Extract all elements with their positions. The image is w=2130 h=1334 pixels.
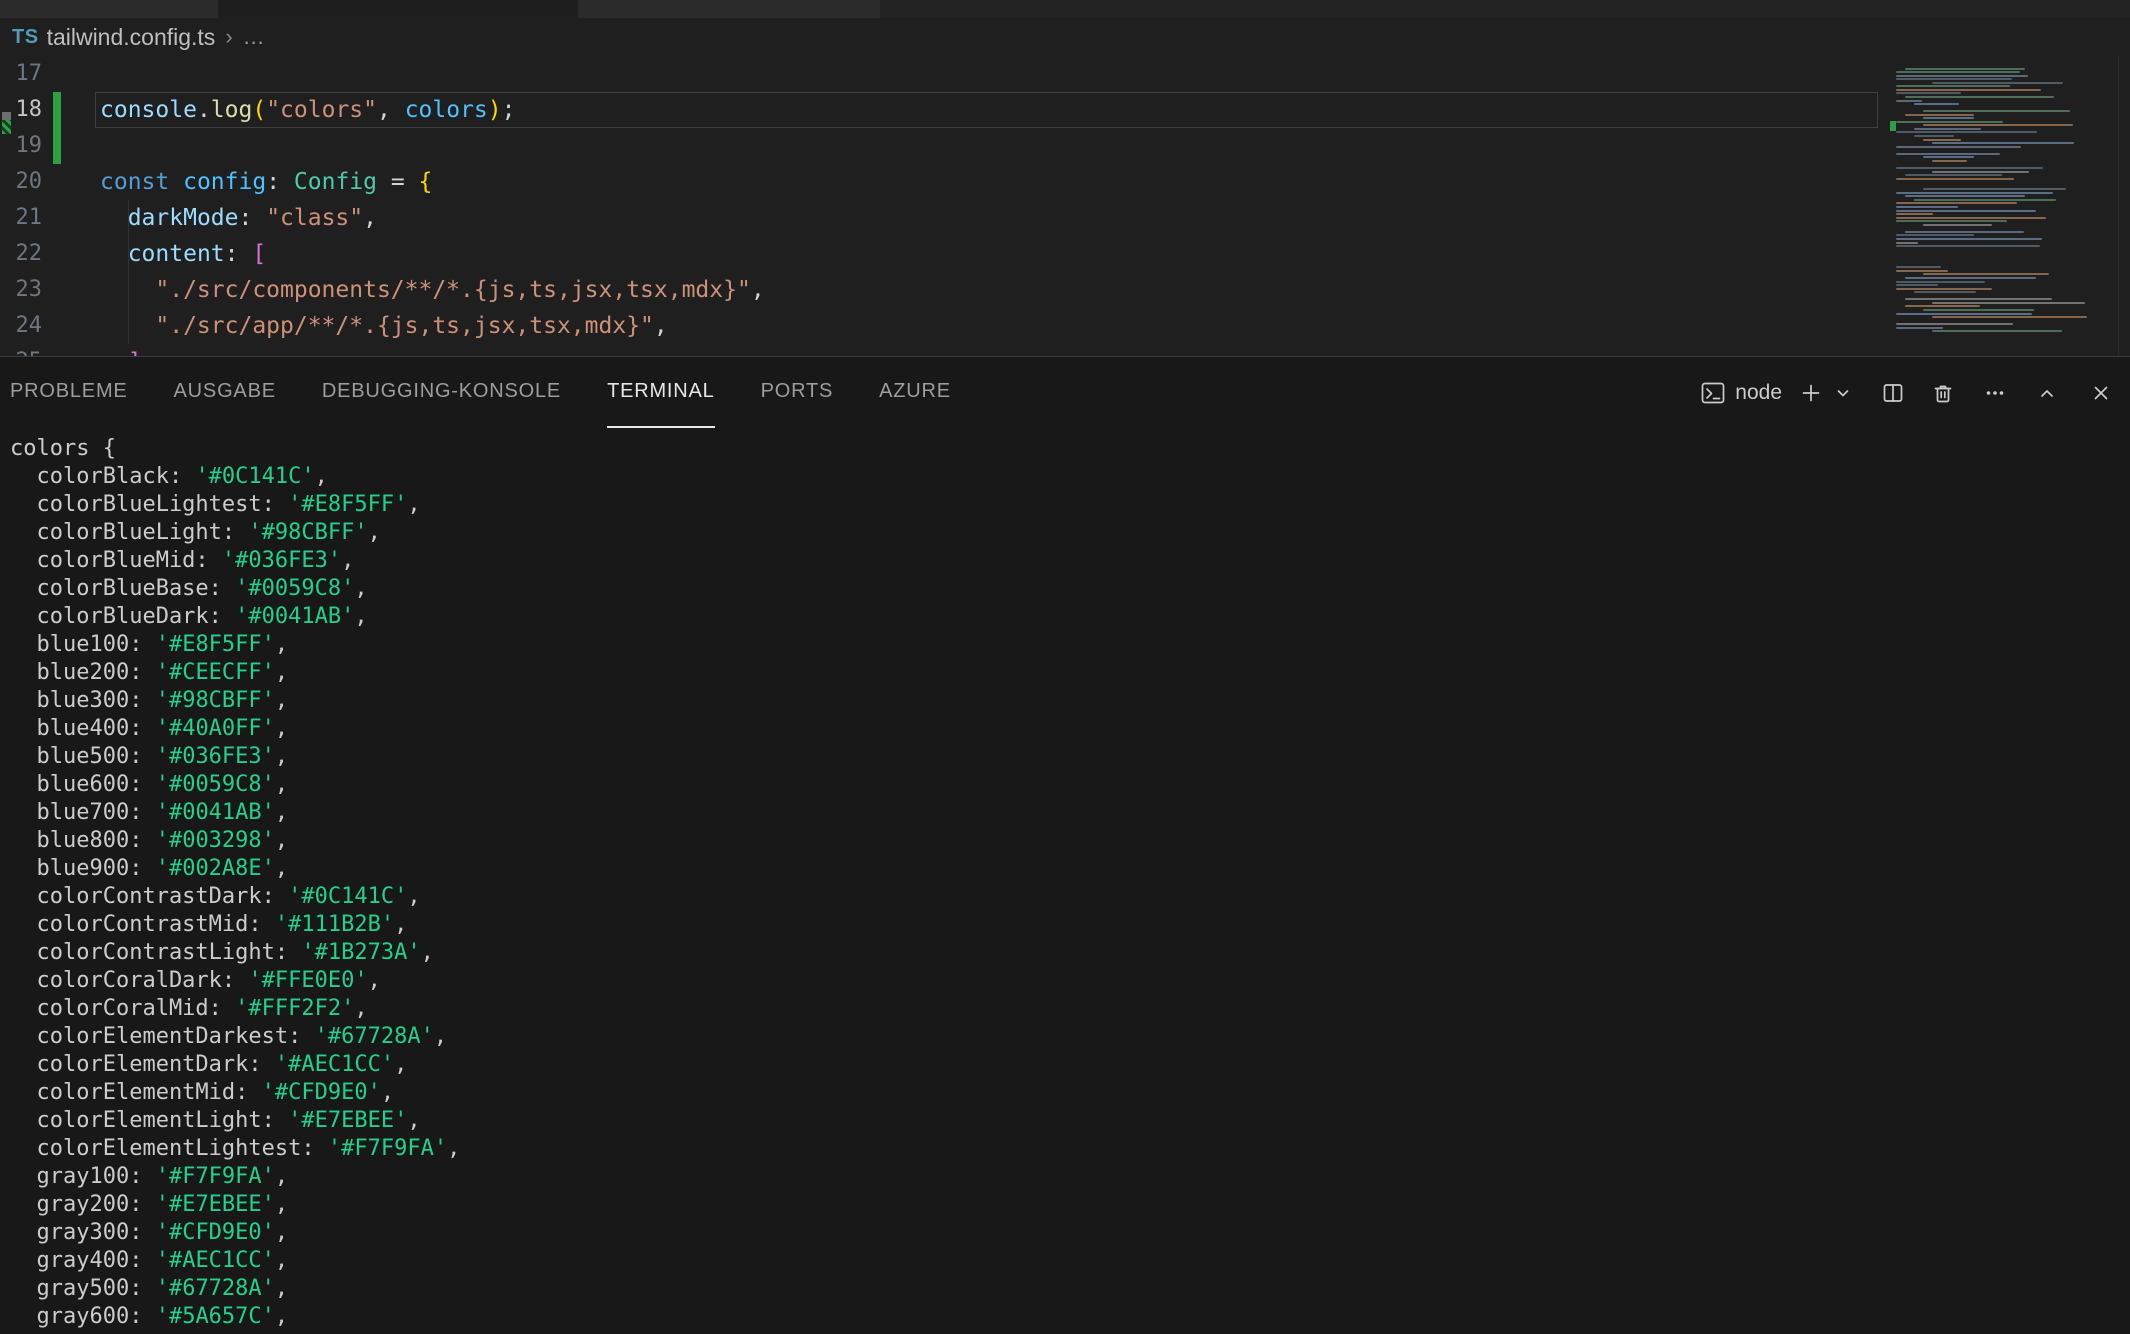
code-line: 17 [0, 56, 2130, 92]
terminal-line: colorElementLightest: '#F7F9FA', [10, 1135, 2130, 1163]
terminal-line: blue900: '#002A8E', [10, 855, 2130, 883]
overview-marker-modified [2, 120, 11, 134]
line-number: 20 [0, 164, 42, 200]
terminal-line: colorCoralMid: '#FFF2F2', [10, 995, 2130, 1023]
terminal-line: colorContrastDark: '#0C141C', [10, 883, 2130, 911]
terminal-line: blue200: '#CEECFF', [10, 659, 2130, 687]
more-actions-ellipsis-button[interactable] [1980, 378, 2010, 408]
tab-ports[interactable]: PORTS [761, 357, 834, 428]
line-content: darkMode: "class", [100, 200, 377, 236]
breadcrumb-symbol-ellipsis[interactable]: … [243, 24, 266, 50]
gutter-modified-indicator [53, 92, 61, 128]
terminal-line: colorElementLight: '#E7EBEE', [10, 1107, 2130, 1135]
line-content: content: [ [100, 236, 266, 272]
tab-segment[interactable] [0, 0, 218, 18]
breadcrumb-file-name[interactable]: tailwind.config.ts [47, 24, 216, 51]
panel-tabs: PROBLEME AUSGABE DEBUGGING-KONSOLE TERMINAL… [10, 357, 997, 428]
maximize-panel-chevron-up-button[interactable] [2032, 378, 2062, 408]
gutter-modified-indicator [53, 56, 61, 92]
overview-ruler[interactable] [2118, 56, 2130, 357]
tab-probleme[interactable]: PROBLEME [10, 357, 128, 428]
minimap[interactable] [1888, 56, 2118, 357]
code-line: 20 const config: Config = { [0, 164, 2130, 200]
terminal-line: blue300: '#98CBFF', [10, 687, 2130, 715]
terminal-line: gray400: '#AEC1CC', [10, 1247, 2130, 1275]
overview-marker-gray [2, 112, 11, 120]
breadcrumb: TS tailwind.config.ts › … [0, 18, 2130, 56]
terminal-line: colorBlueLightest: '#E8F5FF', [10, 491, 2130, 519]
terminal-line: colorBlueLight: '#98CBFF', [10, 519, 2130, 547]
launch-profile-chevron-down-icon[interactable] [1828, 378, 1858, 408]
terminal-icon [1698, 378, 1728, 408]
code-line: 24 "./src/app/**/*.{js,ts,jsx,tsx,mdx}", [0, 308, 2130, 344]
chevron-right-icon: › [225, 24, 232, 50]
gutter-modified-indicator [53, 128, 61, 164]
terminal-line: gray100: '#F7F9FA', [10, 1163, 2130, 1191]
terminal-line: colorBlack: '#0C141C', [10, 463, 2130, 491]
panel-header: PROBLEME AUSGABE DEBUGGING-KONSOLE TERMINAL… [0, 357, 2130, 428]
gutter-modified-indicator [53, 236, 61, 272]
line-content: const config: Config = { [100, 164, 432, 200]
terminal-shell-label: node [1735, 381, 1782, 405]
terminal-line: blue700: '#0041AB', [10, 799, 2130, 827]
panel-actions: node [1698, 357, 2116, 428]
terminal-line: gray600: '#5A657C', [10, 1303, 2130, 1331]
line-content: console.log("colors", colors); [100, 92, 516, 128]
terminal-line: gray500: '#67728A', [10, 1275, 2130, 1303]
editor-tab-strip[interactable] [0, 0, 2130, 18]
terminal-line: colorElementDarkest: '#67728A', [10, 1023, 2130, 1051]
line-number: 23 [0, 272, 42, 308]
line-number: 22 [0, 236, 42, 272]
terminal-line: colorElementMid: '#CFD9E0', [10, 1079, 2130, 1107]
gutter-modified-indicator [53, 272, 61, 308]
tab-segment[interactable] [578, 0, 880, 18]
terminal-instance[interactable]: node [1698, 378, 1782, 408]
terminal-line: colorBlueBase: '#0059C8', [10, 575, 2130, 603]
code-line: 22 content: [ [0, 236, 2130, 272]
terminal-line: colorBlueMid: '#036FE3', [10, 547, 2130, 575]
gutter-modified-indicator [53, 308, 61, 344]
kill-terminal-trash-button[interactable] [1928, 378, 1958, 408]
terminal-line: colorContrastLight: '#1B273A', [10, 939, 2130, 967]
split-terminal-button[interactable] [1878, 378, 1908, 408]
terminal-line: colors { [10, 435, 2130, 463]
gutter-modified-indicator [53, 200, 61, 236]
editor-code: 1718console.log("colors", colors);1920 co… [0, 56, 2130, 357]
code-line: 21 darkMode: "class", [0, 200, 2130, 236]
bottom-panel: PROBLEME AUSGABE DEBUGGING-KONSOLE TERMINAL… [0, 357, 2130, 1334]
line-content: "./src/app/**/*.{js,ts,jsx,tsx,mdx}", [100, 308, 668, 344]
terminal-line: colorCoralDark: '#FFE0E0', [10, 967, 2130, 995]
tab-azure[interactable]: AZURE [879, 357, 951, 428]
new-terminal-button[interactable] [1796, 378, 1826, 408]
terminal-line: gray200: '#E7EBEE', [10, 1191, 2130, 1219]
terminal-output[interactable]: colors { colorBlack: '#0C141C', colorBlu… [10, 435, 2130, 1334]
line-number: 24 [0, 308, 42, 344]
terminal-line: blue500: '#036FE3', [10, 743, 2130, 771]
terminal-line: colorElementDark: '#AEC1CC', [10, 1051, 2130, 1079]
tab-debugging-konsole[interactable]: DEBUGGING-KONSOLE [322, 357, 561, 428]
code-line: 23 "./src/components/**/*.{js,ts,jsx,tsx… [0, 272, 2130, 308]
line-number: 17 [0, 56, 42, 92]
terminal-line: gray300: '#CFD9E0', [10, 1219, 2130, 1247]
code-line: 18console.log("colors", colors); [0, 92, 2130, 128]
typescript-file-icon: TS [12, 26, 39, 49]
terminal-line: blue600: '#0059C8', [10, 771, 2130, 799]
tab-ausgabe[interactable]: AUSGABE [174, 357, 276, 428]
code-line: 19 [0, 128, 2130, 164]
terminal-line: blue800: '#003298', [10, 827, 2130, 855]
tab-segment-active[interactable] [218, 0, 578, 18]
close-panel-button[interactable] [2086, 378, 2116, 408]
line-number: 21 [0, 200, 42, 236]
terminal-line: blue100: '#E8F5FF', [10, 631, 2130, 659]
tab-terminal[interactable]: TERMINAL [607, 357, 715, 428]
gutter-modified-indicator [53, 164, 61, 200]
line-content: "./src/components/**/*.{js,ts,jsx,tsx,md… [100, 272, 765, 308]
terminal-line: colorBlueDark: '#0041AB', [10, 603, 2130, 631]
terminal-line: colorContrastMid: '#111B2B', [10, 911, 2130, 939]
terminal-line: blue400: '#40A0FF', [10, 715, 2130, 743]
minimap-modified-marker [1890, 121, 1896, 131]
editor[interactable]: 1718console.log("colors", colors);1920 co… [0, 56, 2130, 357]
